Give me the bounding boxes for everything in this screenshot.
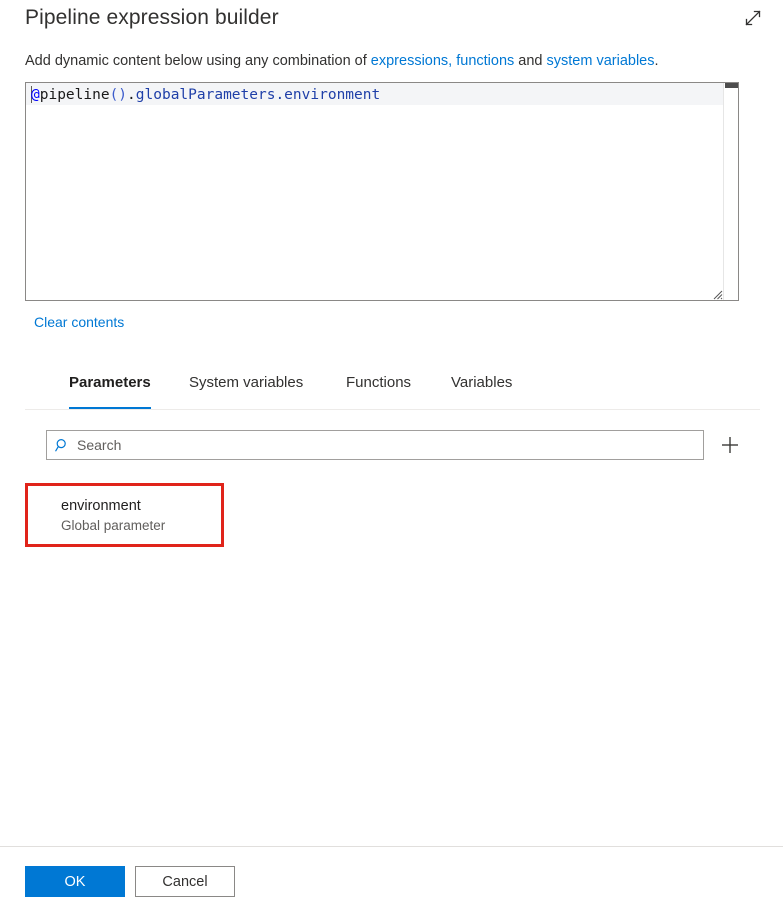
expression-editor[interactable]: @pipeline().globalParameters.environment: [25, 82, 739, 301]
plus-icon[interactable]: [714, 429, 746, 461]
tab-variables[interactable]: Variables: [445, 373, 518, 409]
clear-contents-link[interactable]: Clear contents: [34, 314, 124, 330]
tab-functions[interactable]: Functions: [340, 373, 417, 409]
tab-parameters[interactable]: Parameters: [63, 373, 157, 409]
plus-icon-svg: [722, 437, 738, 453]
list-item[interactable]: environment Global parameter: [25, 483, 224, 547]
editor-resize-handle[interactable]: [711, 287, 723, 300]
search-row: [46, 430, 746, 462]
tab-bar: Parameters System variables Functions Va…: [25, 373, 760, 410]
expression-token-at: @: [31, 87, 40, 103]
expression-editor-lines[interactable]: @pipeline().globalParameters.environment: [26, 83, 724, 300]
description-suffix: .: [654, 53, 659, 69]
link-expressions-functions[interactable]: expressions, functions: [371, 53, 514, 69]
expression-token-parens: (): [109, 87, 128, 103]
search-input[interactable]: [77, 432, 703, 458]
expression-token-function: pipeline: [39, 87, 110, 103]
tab-system-variables[interactable]: System variables: [183, 373, 309, 409]
parameter-list: environment Global parameter: [25, 483, 225, 547]
expand-diagonal-icon-svg: [745, 10, 761, 26]
editor-vertical-scrollbar[interactable]: [723, 83, 738, 300]
page-title: Pipeline expression builder: [25, 6, 279, 29]
link-system-variables[interactable]: system variables: [547, 53, 655, 69]
ok-button[interactable]: OK: [25, 866, 125, 897]
expression-token-dot: .: [127, 87, 136, 103]
description-middle: and: [514, 53, 547, 69]
search-icon: [47, 431, 77, 459]
parameter-name: environment: [61, 498, 141, 514]
expression-text: @pipeline().globalParameters.environment: [31, 85, 380, 105]
cancel-button[interactable]: Cancel: [135, 866, 235, 897]
dialog-description: Add dynamic content below using any comb…: [25, 53, 659, 69]
dialog-footer: OK Cancel: [0, 847, 783, 910]
parameter-subtitle: Global parameter: [61, 518, 166, 533]
description-prefix: Add dynamic content below using any comb…: [25, 53, 371, 69]
resize-grip-icon: [713, 290, 723, 300]
editor-scrollbar-thumb[interactable]: [725, 83, 738, 88]
expand-diagonal-icon[interactable]: [737, 4, 769, 32]
expression-token-property: globalParameters.environment: [135, 87, 381, 103]
dialog-header: Pipeline expression builder: [0, 0, 783, 46]
search-box[interactable]: [46, 430, 704, 460]
search-icon-svg: [54, 438, 66, 451]
